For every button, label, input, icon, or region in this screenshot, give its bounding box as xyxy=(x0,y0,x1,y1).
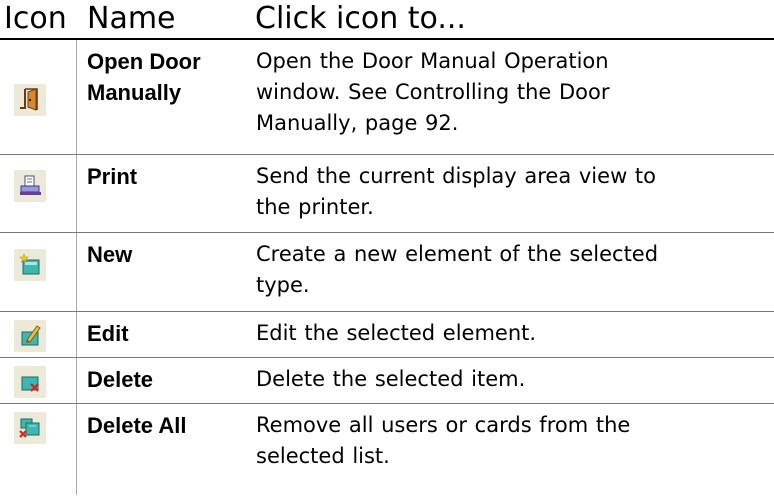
header-icon-column: Icon xyxy=(4,1,67,36)
description-line: Manually, page 92. xyxy=(256,111,459,135)
icon-cell xyxy=(0,233,77,311)
table-row: Delete All Remove all users or cards fro… xyxy=(0,404,774,495)
table-row: Print Send the current display area view… xyxy=(0,155,774,233)
print-icon xyxy=(14,170,46,202)
icon-cell xyxy=(0,40,77,154)
name-line: Manually xyxy=(87,80,182,105)
name-line: Edit xyxy=(87,321,129,346)
name-line: Open Door xyxy=(87,49,201,74)
row-name: Print xyxy=(87,161,247,192)
row-name: Delete All xyxy=(87,410,247,441)
description-line: Send the current display area view to xyxy=(256,164,656,188)
description-line: Edit the selected element. xyxy=(256,321,537,345)
icon-reference-table: Icon Name Click icon to... Open Door Man… xyxy=(0,0,774,495)
icon-cell xyxy=(0,358,77,403)
description-line: Open the Door Manual Operation xyxy=(256,49,609,73)
open-door-icon xyxy=(14,84,46,116)
name-line: Delete xyxy=(87,367,154,392)
delete-icon xyxy=(14,366,46,398)
description-line: the printer. xyxy=(256,195,374,219)
row-name: Edit xyxy=(87,318,247,349)
description-line: Delete the selected item. xyxy=(256,367,526,391)
table-row: New Create a new element of the selected… xyxy=(0,233,774,312)
icon-cell xyxy=(0,312,77,357)
description-line: type. xyxy=(256,273,310,297)
row-name: Delete xyxy=(87,364,247,395)
description-line: window. See Controlling the Door xyxy=(256,80,610,104)
delete-all-icon xyxy=(14,412,46,444)
row-name: New xyxy=(87,239,247,270)
header-description-column: Click icon to... xyxy=(255,1,466,36)
description-line: Remove all users or cards from the xyxy=(256,413,631,437)
description-line: selected list. xyxy=(256,444,390,468)
name-line: New xyxy=(87,242,133,267)
new-icon xyxy=(14,249,46,281)
name-line: Delete All xyxy=(87,413,187,438)
table-header: Icon Name Click icon to... xyxy=(0,0,774,40)
table-row: Delete Delete the selected item. xyxy=(0,358,774,404)
icon-cell xyxy=(0,404,77,495)
icon-cell xyxy=(0,155,77,232)
row-description: Delete the selected item. xyxy=(256,364,768,395)
edit-icon xyxy=(14,320,46,352)
row-description: Remove all users or cards from the selec… xyxy=(256,410,768,472)
table-row: Open Door Manually Open the Door Manual … xyxy=(0,40,774,155)
row-description: Create a new element of the selected typ… xyxy=(256,239,768,301)
row-description: Edit the selected element. xyxy=(256,318,768,349)
row-description: Send the current display area view to th… xyxy=(256,161,768,223)
row-description: Open the Door Manual Operation window. S… xyxy=(256,46,768,139)
description-line: Create a new element of the selected xyxy=(256,242,659,266)
name-line: Print xyxy=(87,164,138,189)
table-row: Edit Edit the selected element. xyxy=(0,312,774,358)
header-name-column: Name xyxy=(87,1,176,36)
row-name: Open Door Manually xyxy=(87,46,247,108)
